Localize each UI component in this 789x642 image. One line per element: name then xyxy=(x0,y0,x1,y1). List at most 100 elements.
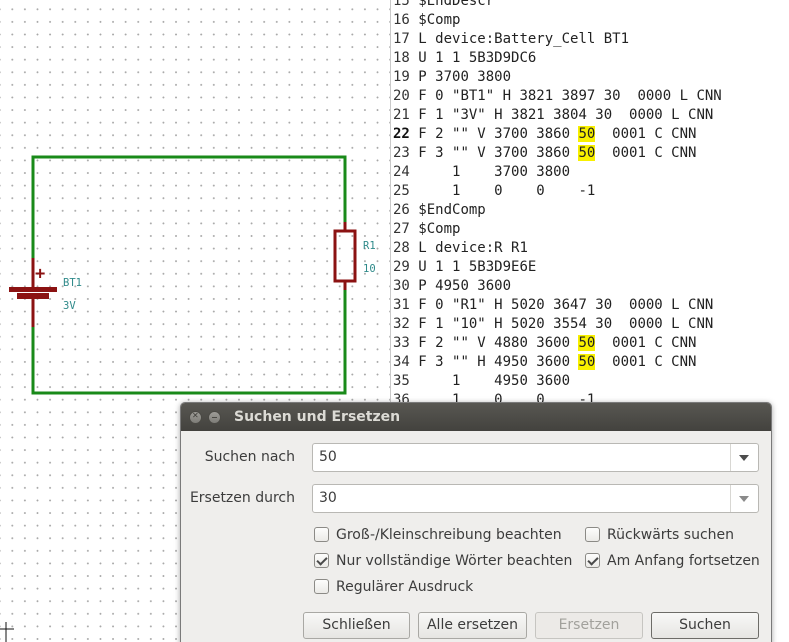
battery-reference[interactable]: BT1 xyxy=(63,277,82,289)
line-number: 25 xyxy=(393,183,410,199)
editor-line[interactable]: 31 F 0 "R1" H 5020 3647 30 0000 L CNN xyxy=(393,296,722,315)
replace-all-button[interactable]: Alle ersetzen xyxy=(418,612,527,639)
line-text: 0001 C CNN xyxy=(595,335,697,351)
line-text: 0001 C CNN xyxy=(595,354,697,370)
regex-label: Regulärer Ausdruck xyxy=(336,579,474,595)
editor-line[interactable]: 35 1 4950 3600 xyxy=(393,372,722,391)
line-number: 23 xyxy=(393,145,410,161)
line-number: 18 xyxy=(393,50,410,66)
wire-bottom[interactable] xyxy=(31,282,347,395)
whole-words-label: Nur vollständige Wörter beachten xyxy=(336,553,573,569)
replace-dropdown-chevron-down-icon[interactable] xyxy=(730,485,758,512)
replace-label: Ersetzen durch xyxy=(189,490,295,506)
line-text: F 3 "" V 3700 3860 xyxy=(418,145,579,161)
backwards-checkbox[interactable]: Rückwärts suchen xyxy=(585,526,734,544)
battery-polarity: + xyxy=(35,264,45,284)
line-text: 1 4950 3600 xyxy=(418,373,571,389)
line-number: 24 xyxy=(393,164,410,180)
search-combo[interactable]: 50 xyxy=(312,443,759,472)
replace-input[interactable]: 30 xyxy=(319,490,337,506)
editor-line[interactable]: 24 1 3700 3800 xyxy=(393,163,722,182)
editor-line[interactable]: 17 L device:Battery_Cell BT1 xyxy=(393,30,722,49)
line-number: 20 xyxy=(393,88,410,104)
wire-top[interactable] xyxy=(31,155,347,258)
editor-line[interactable]: 29 U 1 1 5B3D9E6E xyxy=(393,258,722,277)
battery-value[interactable]: 3V xyxy=(63,300,76,312)
editor-line[interactable]: 34 F 3 "" H 4950 3600 50 0001 C CNN xyxy=(393,353,722,372)
editor-line[interactable]: 16 $Comp xyxy=(393,11,722,30)
wrap-around-checkbox[interactable]: Am Anfang fortsetzen xyxy=(585,552,760,570)
line-text: F 1 "3V" H 3821 3804 30 0000 L CNN xyxy=(418,107,714,123)
line-number: 16 xyxy=(393,12,410,28)
editor-line[interactable]: 32 F 1 "10" H 5020 3554 30 0000 L CNN xyxy=(393,315,722,334)
replace-combo[interactable]: 30 xyxy=(312,484,759,513)
line-number: 33 xyxy=(393,335,410,351)
editor-line[interactable]: 18 U 1 1 5B3D9DC6 xyxy=(393,49,722,68)
resistor-r1[interactable]: R1 10 xyxy=(333,222,376,290)
editor-line[interactable]: 25 1 0 0 -1 xyxy=(393,182,722,201)
dialog-title: Suchen und Ersetzen xyxy=(234,409,401,425)
line-text: F 3 "" H 4950 3600 xyxy=(418,354,579,370)
line-number: 32 xyxy=(393,316,410,332)
line-text: $EndComp xyxy=(418,202,486,218)
find-button[interactable]: Suchen xyxy=(651,612,759,639)
editor-line[interactable]: 19 P 3700 3800 xyxy=(393,68,722,87)
line-text: 0001 C CNN xyxy=(595,126,697,142)
regex-checkbox-box[interactable] xyxy=(314,578,329,594)
case-sensitive-label: Groß-/Kleinschreibung beachten xyxy=(336,527,562,543)
line-text: F 2 "" V 4880 3600 xyxy=(418,335,579,351)
dialog-titlebar[interactable]: Suchen und Ersetzen xyxy=(181,403,771,431)
search-match-highlight: 50 xyxy=(578,335,596,351)
line-text: L device:R R1 xyxy=(418,240,528,256)
line-text: 1 3700 3800 xyxy=(418,164,571,180)
line-text: U 1 1 5B3D9DC6 xyxy=(418,50,537,66)
battery-bt1[interactable]: + BT1 3V xyxy=(9,258,82,327)
search-input[interactable]: 50 xyxy=(319,449,337,465)
whole-words-checkbox[interactable]: Nur vollständige Wörter beachten xyxy=(314,552,572,570)
line-number: 22 xyxy=(393,126,410,142)
case-sensitive-checkbox[interactable]: Groß-/Kleinschreibung beachten xyxy=(314,526,562,544)
line-number: 19 xyxy=(393,69,410,85)
search-match-highlight: 50 xyxy=(578,126,596,142)
close-window-icon[interactable] xyxy=(189,411,202,424)
line-text: $Comp xyxy=(418,221,461,237)
line-number: 27 xyxy=(393,221,410,237)
minimize-window-icon[interactable] xyxy=(208,411,221,424)
find-replace-dialog[interactable]: Suchen und Ersetzen Suchen nach 50 Erset… xyxy=(180,402,772,642)
line-text: $Comp xyxy=(418,12,461,28)
wrap-around-label: Am Anfang fortsetzen xyxy=(607,553,760,569)
editor-line[interactable]: 30 P 4950 3600 xyxy=(393,277,722,296)
editor-line[interactable]: 20 F 0 "BT1" H 3821 3897 30 0000 L CNN xyxy=(393,87,722,106)
line-number: 26 xyxy=(393,202,410,218)
editor-line[interactable]: 15 $EndDescr xyxy=(393,0,722,11)
editor-line[interactable]: 33 F 2 "" V 4880 3600 50 0001 C CNN xyxy=(393,334,722,353)
line-number: 35 xyxy=(393,373,410,389)
wires[interactable] xyxy=(31,155,347,395)
backwards-label: Rückwärts suchen xyxy=(607,527,735,543)
close-button[interactable]: Schließen xyxy=(303,612,410,639)
whole-words-checkbox-box[interactable] xyxy=(314,552,329,568)
line-number: 28 xyxy=(393,240,410,256)
resistor-reference[interactable]: R1 xyxy=(363,240,376,252)
line-text: $EndDescr xyxy=(418,0,495,9)
search-dropdown-chevron-down-icon[interactable] xyxy=(730,444,758,471)
editor-line[interactable]: 27 $Comp xyxy=(393,220,722,239)
editor-line[interactable]: 28 L device:R R1 xyxy=(393,239,722,258)
schematic-text-editor[interactable]: 15 $EndDescr 16 $Comp 17 L device:Battery_… xyxy=(390,0,789,410)
editor-line[interactable]: 23 F 3 "" V 3700 3860 50 0001 C CNN xyxy=(393,144,722,163)
replace-button[interactable]: Ersetzen xyxy=(535,612,643,639)
search-label: Suchen nach xyxy=(204,449,295,465)
wrap-around-checkbox-box[interactable] xyxy=(585,552,600,568)
editor-line[interactable]: 22 F 2 "" V 3700 3860 50 0001 C CNN xyxy=(393,125,722,144)
editor-line[interactable]: 21 F 1 "3V" H 3821 3804 30 0000 L CNN xyxy=(393,106,722,125)
editor-line[interactable]: 26 $EndComp xyxy=(393,201,722,220)
regex-checkbox[interactable]: Regulärer Ausdruck xyxy=(314,578,473,596)
editor-lines: 15 $EndDescr 16 $Comp 17 L device:Battery_… xyxy=(393,0,722,410)
line-text: F 1 "10" H 5020 3554 30 0000 L CNN xyxy=(418,316,714,332)
search-match-highlight: 50 xyxy=(578,145,596,161)
resistor-value[interactable]: 10 xyxy=(363,263,376,275)
case-sensitive-checkbox-box[interactable] xyxy=(314,526,329,542)
search-match-highlight: 50 xyxy=(578,354,596,370)
backwards-checkbox-box[interactable] xyxy=(585,526,600,542)
line-number: 30 xyxy=(393,278,410,294)
